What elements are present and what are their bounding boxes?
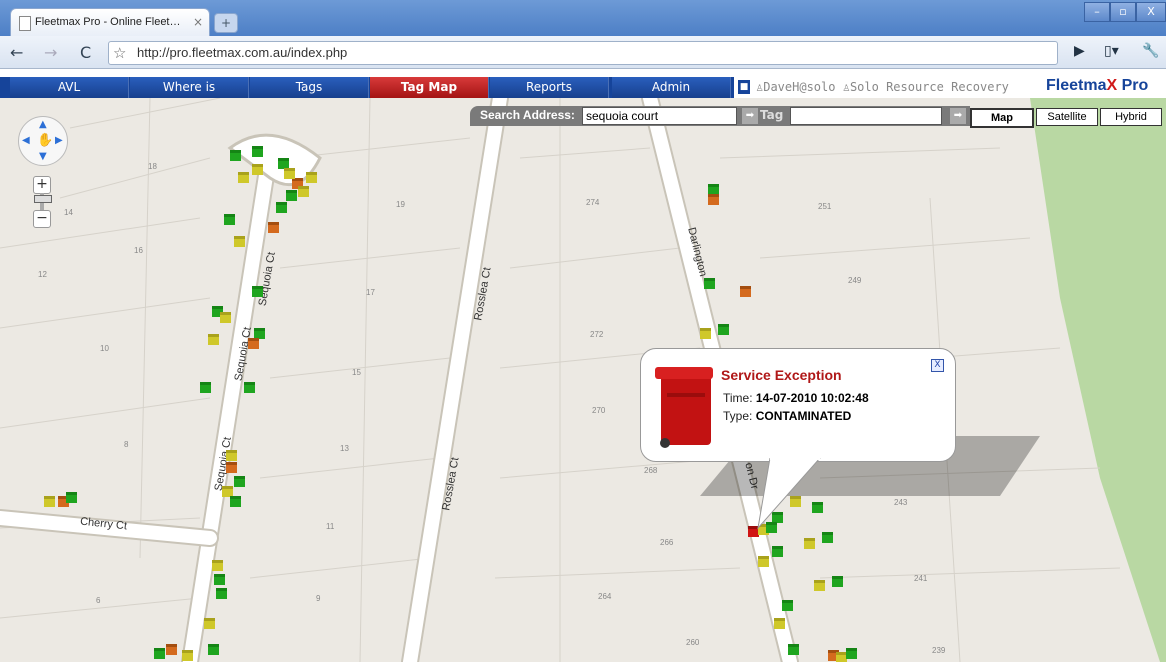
user-area: ■ ♙DaveH@solo ♙Solo Resource Recovery Fl… xyxy=(734,77,1166,99)
map-type-satellite[interactable]: Satellite xyxy=(1036,108,1098,126)
tag-search-input[interactable] xyxy=(790,107,942,125)
search-bar: Search Address: sequoia court ➡ Tag ➡ xyxy=(470,106,970,126)
close-window-button[interactable]: X xyxy=(1136,2,1166,22)
nav-reports[interactable]: Reports xyxy=(490,77,609,98)
nav-avl[interactable]: AVL xyxy=(10,77,129,98)
hand-icon: ✋ xyxy=(37,133,54,148)
zoom-out-button[interactable]: − xyxy=(33,210,51,228)
page-icon xyxy=(19,16,31,31)
browser-title-bar: Fleetmax Pro - Online Fleet… × + – ▫ X xyxy=(0,0,1166,37)
zoom-in-button[interactable]: + xyxy=(33,176,51,194)
username[interactable]: DaveH@solo xyxy=(763,80,835,94)
pan-up-icon[interactable]: ▲ xyxy=(39,119,47,130)
popup-type-row: Type: CONTAMINATED xyxy=(723,409,852,423)
new-tab-button[interactable]: + xyxy=(214,13,238,33)
tag-go-icon[interactable]: ➡ xyxy=(950,108,966,124)
nav-admin[interactable]: Admin xyxy=(612,77,731,98)
wrench-icon[interactable]: 🔧 xyxy=(1142,43,1159,59)
popup-tail xyxy=(757,458,821,530)
back-icon[interactable]: ← xyxy=(10,43,23,62)
company-name[interactable]: Solo Resource Recovery xyxy=(850,80,1009,94)
page-menu-icon[interactable]: ▯▾ xyxy=(1104,43,1119,59)
popup-close-icon[interactable]: X xyxy=(931,359,944,372)
search-address-label: Search Address: xyxy=(480,108,575,122)
tab-title: Fleetmax Pro - Online Fleet… xyxy=(35,16,181,28)
browser-tab[interactable]: Fleetmax Pro - Online Fleet… × xyxy=(10,8,210,37)
nav-tag-map[interactable]: Tag Map xyxy=(370,77,489,98)
map-type-hybrid[interactable]: Hybrid xyxy=(1100,108,1162,126)
map-type-map[interactable]: Map xyxy=(970,108,1034,128)
map-canvas[interactable]: Sequoia Ct Sequoia Ct Sequoia Ct Rosslea… xyxy=(0,98,1166,662)
company-icon: ♙ xyxy=(842,80,850,94)
tag-search-label: Tag xyxy=(760,108,784,122)
popup-title: Service Exception xyxy=(721,367,842,383)
play-icon[interactable]: ▶ xyxy=(1074,43,1085,59)
lock-icon: ■ xyxy=(738,80,750,94)
nav-tags[interactable]: Tags xyxy=(250,77,369,98)
pan-right-icon[interactable]: ▶ xyxy=(55,135,63,146)
spacer xyxy=(0,69,1166,77)
pan-down-icon[interactable]: ▼ xyxy=(39,151,47,162)
zoom-slider-thumb[interactable] xyxy=(34,195,52,203)
service-exception-popup: Service Exception Time: 14-07-2010 10:02… xyxy=(640,348,956,462)
brand-logo: FleetmaX Pro xyxy=(1046,77,1149,94)
search-address-input[interactable]: sequoia court xyxy=(582,107,737,125)
bin-markers[interactable] xyxy=(0,98,1166,662)
user-info: ♙DaveH@solo ♙Solo Resource Recovery xyxy=(756,80,1009,94)
tab-close-icon[interactable]: × xyxy=(193,15,203,29)
browser-toolbar: ← → C ☆ http://pro.fleetmax.com.au/index… xyxy=(0,36,1166,69)
url-text: http://pro.fleetmax.com.au/index.php xyxy=(137,45,348,60)
minimize-button[interactable]: – xyxy=(1084,2,1110,22)
reload-icon[interactable]: C xyxy=(80,43,91,62)
nav-where-is[interactable]: Where is xyxy=(130,77,249,98)
maximize-button[interactable]: ▫ xyxy=(1110,2,1136,22)
bookmark-star-icon[interactable]: ☆ xyxy=(113,44,126,62)
popup-time-row: Time: 14-07-2010 10:02:48 xyxy=(723,391,869,405)
address-bar[interactable]: ☆ http://pro.fleetmax.com.au/index.php xyxy=(108,41,1058,65)
pan-left-icon[interactable]: ◀ xyxy=(22,135,30,146)
forward-icon[interactable]: → xyxy=(44,43,57,62)
search-go-icon[interactable]: ➡ xyxy=(742,108,758,124)
pan-control[interactable]: ▲ ◀ ▶ ▼ ✋ xyxy=(18,116,68,166)
